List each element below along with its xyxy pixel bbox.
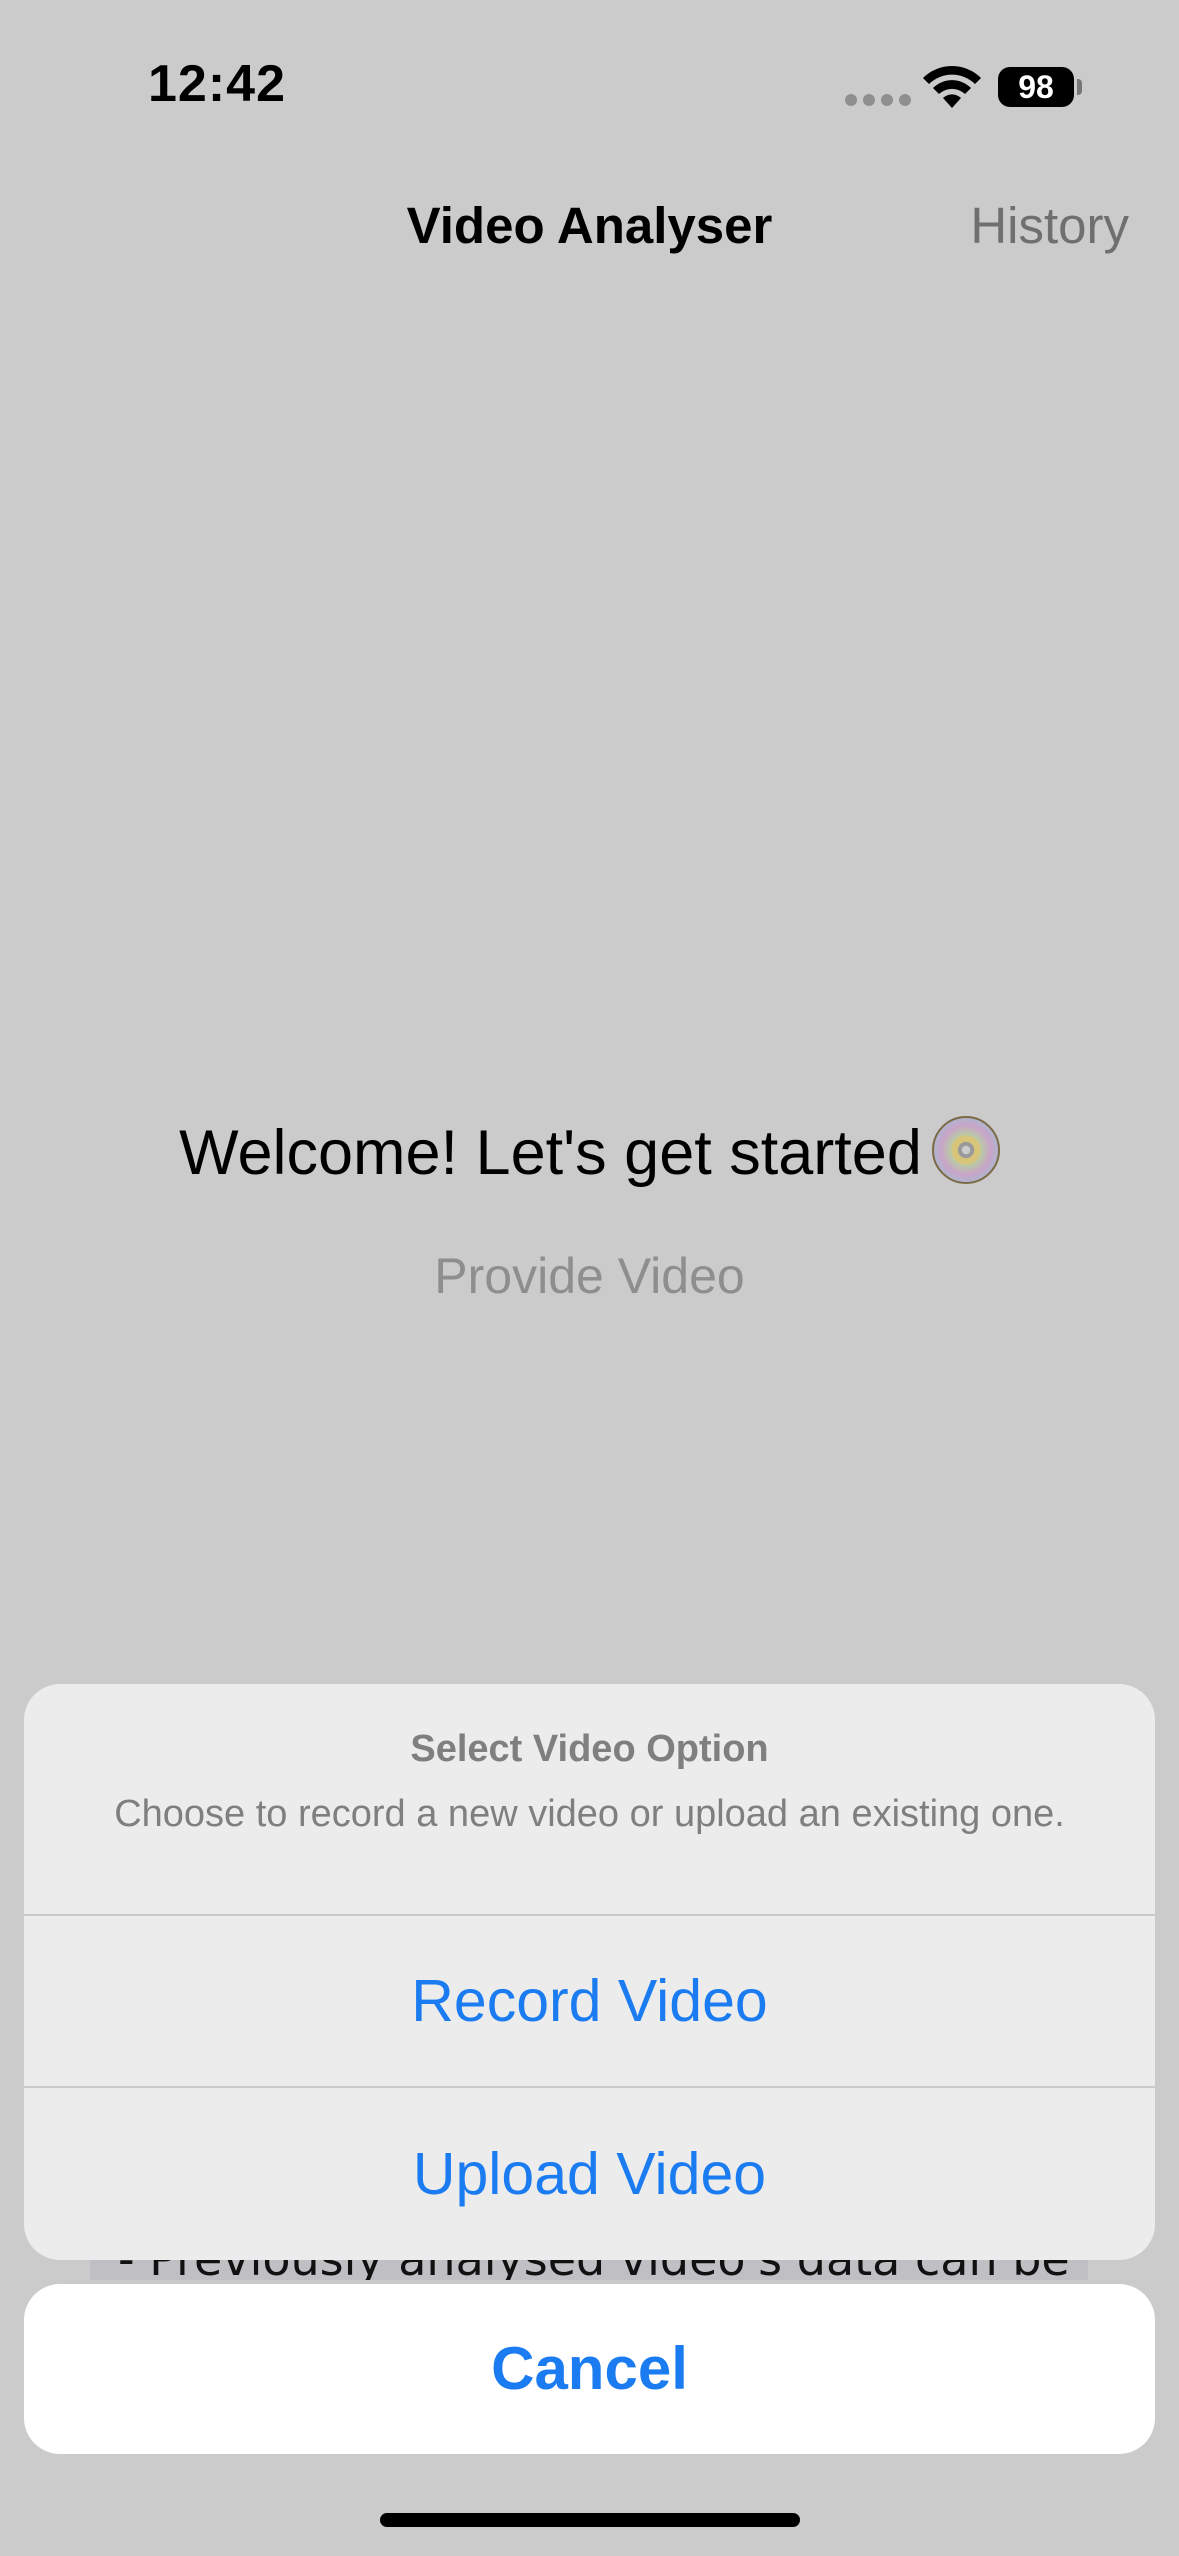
welcome-text: Welcome! Let's get started	[179, 1118, 922, 1188]
action-sheet-message: Choose to record a new video or upload a…	[114, 1793, 1065, 1835]
cellular-signal-icon	[845, 94, 911, 106]
action-sheet-title: Select Video Option	[410, 1728, 769, 1770]
battery-icon: 98	[998, 67, 1074, 107]
status-time: 12:42	[148, 55, 286, 113]
wifi-icon	[923, 65, 981, 108]
disc-icon	[931, 1116, 1000, 1184]
provide-video-button[interactable]: Provide Video	[0, 1247, 1179, 1305]
upload-video-button[interactable]: Upload Video	[24, 2088, 1155, 2260]
history-button[interactable]: History	[970, 196, 1129, 255]
status-bar: 12:42 98	[0, 0, 1179, 170]
welcome-heading: Welcome! Let's get started	[0, 1116, 1179, 1189]
cancel-button[interactable]: Cancel	[24, 2284, 1155, 2454]
action-sheet-header: Select Video Option Choose to record a n…	[24, 1684, 1155, 1916]
home-indicator[interactable]	[380, 2513, 800, 2527]
battery-cap	[1077, 79, 1082, 95]
action-sheet: Select Video Option Choose to record a n…	[24, 1684, 1155, 2260]
record-video-button[interactable]: Record Video	[24, 1916, 1155, 2088]
